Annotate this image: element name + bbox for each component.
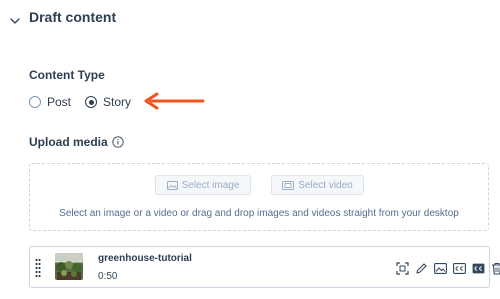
chevron-down-icon[interactable] [8,14,22,28]
content-type-label: Content Type [29,68,105,82]
media-duration: 0:50 [98,271,118,282]
media-name: greenhouse-tutorial [98,253,192,264]
story-option[interactable]: Story [85,95,131,109]
select-image-button[interactable]: Select image [155,175,251,195]
media-actions [395,261,500,275]
section-title[interactable]: Draft content [29,9,116,25]
post-label: Post [47,95,72,109]
dropzone-hint: Select an image or a video or drag and d… [59,208,459,219]
captions-icon[interactable] [452,261,466,275]
trash-icon[interactable] [490,261,500,275]
drag-handle-icon[interactable] [35,258,41,278]
crop-icon[interactable] [395,261,409,275]
post-radio[interactable] [29,96,41,108]
image-icon [166,180,178,190]
image-icon[interactable] [433,261,447,275]
story-label: Story [103,95,132,109]
media-thumbnail [55,253,83,280]
post-option[interactable]: Post [29,95,71,109]
upload-media-label-row: Upload media [29,135,124,149]
annotation-arrow-icon [144,92,205,110]
select-image-label: Select image [181,179,240,191]
select-video-label: Select video [298,179,353,191]
content-type-radio-group: Post Story [29,94,145,110]
info-icon[interactable] [112,136,124,148]
select-video-button[interactable]: Select video [271,175,364,195]
story-radio[interactable] [85,96,98,108]
closed-captions-icon[interactable] [471,261,485,275]
video-icon [282,180,295,190]
upload-dropzone[interactable] [29,163,489,231]
upload-media-label: Upload media [29,135,108,149]
edit-icon[interactable] [414,261,428,275]
